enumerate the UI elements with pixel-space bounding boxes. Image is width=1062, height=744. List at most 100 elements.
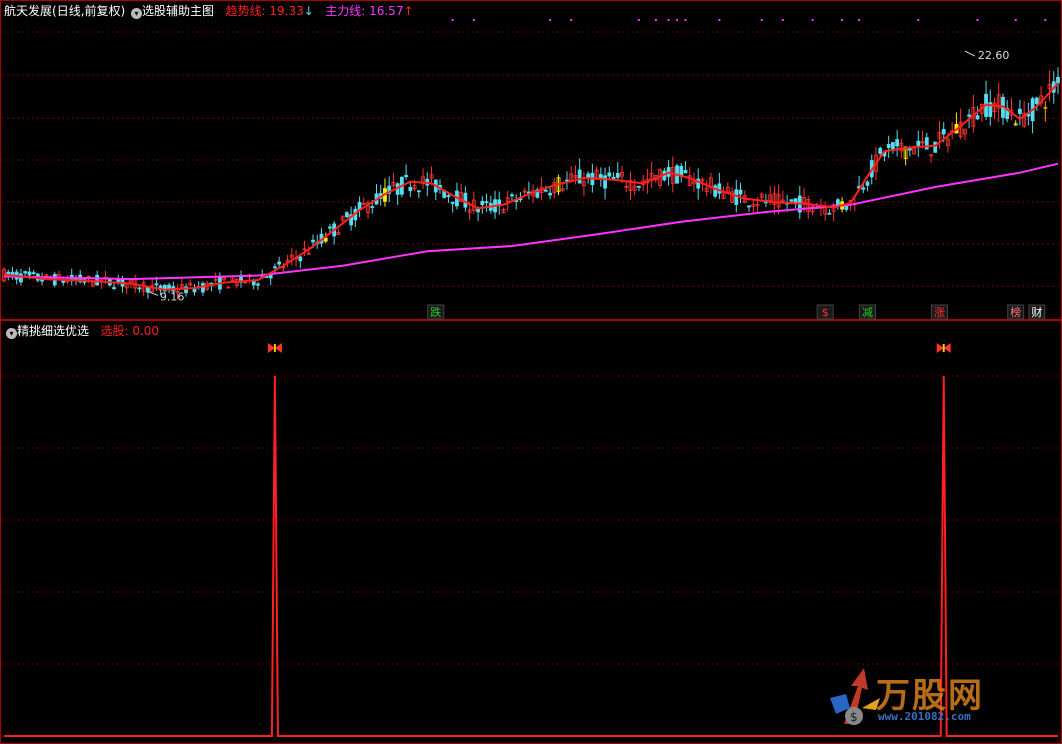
candle-body	[446, 195, 451, 197]
signal-dot	[917, 19, 920, 21]
main-chart-svg: 22.60 9.16 跌 $ 减 涨 榜财	[0, 0, 1062, 320]
signal-dot	[1014, 19, 1017, 21]
candle-body	[31, 272, 36, 275]
candle-body	[577, 169, 582, 184]
signal-dot	[1044, 19, 1047, 21]
marker-label: 榜	[1010, 305, 1021, 319]
candle-body	[273, 266, 277, 269]
candle-body	[408, 186, 413, 192]
signal-dot	[472, 19, 475, 21]
candle-body	[975, 115, 980, 120]
main-price-panel[interactable]: 22.60 9.16 跌 $ 减 涨 榜财 航天发展(日线,前复权) ▾ 选股辅助主图 趋势线…	[0, 0, 1062, 320]
candle-body	[747, 205, 751, 208]
candle-body	[886, 143, 891, 148]
butterfly-icon	[936, 343, 951, 353]
marker-label: 减	[862, 306, 873, 319]
candle-body	[450, 201, 455, 204]
series-trend-line	[3, 82, 1059, 291]
candle-body	[476, 208, 480, 213]
candle-body	[835, 199, 840, 206]
marker-label: $	[822, 306, 829, 319]
candle-body	[416, 190, 421, 193]
marker-label: 跌	[430, 305, 441, 319]
candle-body	[891, 142, 895, 150]
candle-body	[827, 212, 832, 215]
candle-body	[615, 172, 620, 178]
signal-dot	[841, 19, 844, 21]
candle-body	[543, 189, 548, 192]
candle-body	[95, 274, 100, 286]
candle-body	[23, 271, 28, 274]
candle-body	[480, 201, 485, 206]
candle-body	[861, 187, 866, 190]
butterfly-wing	[273, 344, 276, 352]
candle-body	[878, 147, 883, 154]
candle-body	[603, 175, 607, 189]
candle-body	[256, 283, 260, 286]
main-label: 主力线:	[325, 4, 370, 18]
candle-body	[201, 283, 205, 293]
signal-dot	[811, 19, 814, 21]
candle-body	[277, 261, 282, 265]
candle-body	[611, 176, 616, 179]
signal-dot	[858, 19, 861, 21]
main-arrow-icon: ↑	[403, 4, 414, 18]
signal-dot	[718, 19, 721, 21]
signal-dot	[570, 19, 573, 21]
settings-icon[interactable]: ▾	[6, 328, 17, 339]
candle-body	[311, 239, 315, 243]
candle-body	[226, 286, 231, 289]
watermark: $ 万股网 www.201082.com	[824, 664, 1034, 734]
candle-body	[1056, 76, 1060, 84]
indicator-name[interactable]: 选股辅助主图	[142, 4, 214, 18]
trend-label: 趋势线:	[225, 4, 270, 18]
select-label: 选股:	[100, 324, 133, 338]
candle-body	[789, 199, 794, 202]
candle-body	[463, 192, 468, 208]
candle-body	[298, 256, 303, 262]
sub-indicator-name[interactable]: 精挑细选优选	[17, 324, 89, 338]
candle-body	[844, 205, 849, 210]
signal-dot	[760, 19, 763, 21]
signal-dot	[637, 19, 640, 21]
signal-dot	[451, 19, 454, 21]
candle-body	[1018, 108, 1022, 114]
candle-body	[793, 198, 798, 203]
candle-body	[683, 170, 688, 174]
candle-body	[941, 129, 946, 135]
trend-value: 19.33	[269, 4, 304, 18]
high-label: 22.60	[978, 49, 1010, 62]
candle-body	[967, 114, 972, 117]
candle-body	[510, 194, 514, 197]
candle-body	[717, 183, 722, 194]
watermark-site: www.201082.com	[878, 710, 971, 723]
candle-body	[112, 287, 116, 289]
candle-body	[154, 283, 159, 286]
signal-dot	[667, 19, 670, 21]
candle-body	[916, 140, 921, 147]
signal-dot	[781, 19, 784, 21]
butterfly-wing	[942, 344, 945, 352]
signal-dot	[676, 19, 679, 21]
trend-arrow-icon: ↓	[303, 4, 314, 18]
candle-body	[865, 181, 870, 186]
settings-icon[interactable]: ▾	[131, 8, 143, 19]
chart-window: 22.60 9.16 跌 $ 减涨榜财 航天发展(日线,前复权) ▾ 选股辅助主图 趋势线…	[0, 0, 1062, 744]
butterfly-wing	[267, 343, 275, 353]
butterfly-wing	[936, 343, 944, 353]
signal-dot	[654, 19, 657, 21]
candle-body	[895, 139, 900, 147]
candle-body	[357, 202, 362, 210]
low-label: 9.16	[160, 290, 185, 303]
butterfly-icon	[267, 343, 282, 353]
candle-body	[586, 173, 591, 178]
stock-name: 航天发展	[4, 4, 53, 18]
select-value: 0.00	[132, 324, 160, 338]
butterfly-wing	[943, 343, 951, 353]
period-label: (日线,前复权)	[52, 4, 126, 18]
marker-label: 涨	[934, 306, 945, 319]
svg-text:$: $	[850, 710, 858, 724]
candle-body	[933, 141, 938, 153]
candle-body	[328, 226, 332, 229]
sub-indicator-panel[interactable]: ▾ 精挑细选优选 选股: 0.00 $ 万股网 www.201082.com	[0, 320, 1062, 744]
